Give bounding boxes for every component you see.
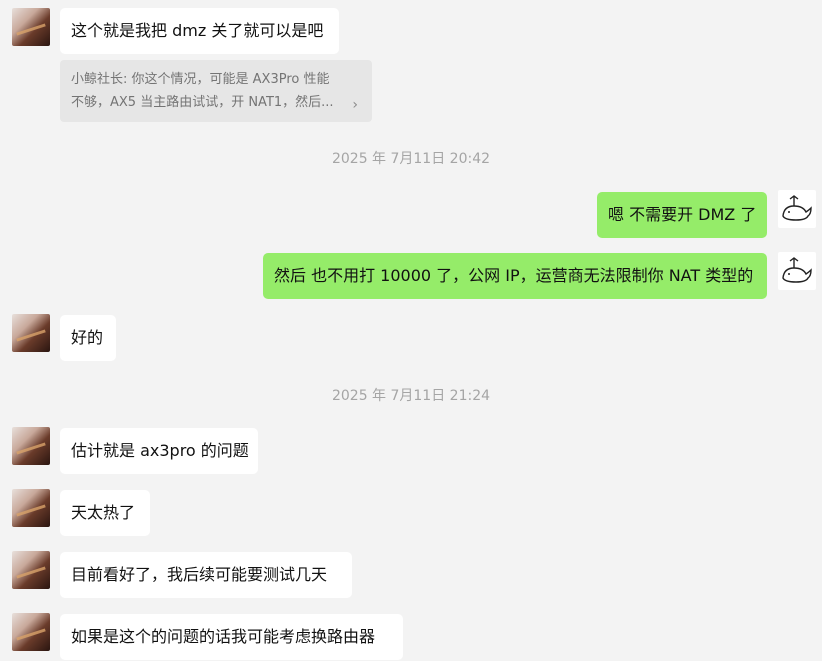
timestamp: 2025 年 7月11日 21:24 [331, 388, 491, 404]
outgoing-message[interactable]: 嗯 不需要开 DMZ 了 [597, 192, 767, 238]
incoming-message[interactable]: 好的 [60, 315, 116, 361]
incoming-message[interactable]: 天太热了 [60, 490, 150, 536]
contact-avatar[interactable] [12, 489, 50, 527]
incoming-message[interactable]: 目前看好了，我后续可能要测试几天 [60, 552, 352, 598]
timestamp: 2025 年 7月11日 20:42 [331, 151, 491, 167]
contact-avatar[interactable] [12, 427, 50, 465]
whale-avatar-icon[interactable] [778, 252, 816, 290]
contact-avatar[interactable] [12, 314, 50, 352]
contact-avatar[interactable] [12, 613, 50, 651]
contact-avatar[interactable] [12, 8, 50, 46]
incoming-message[interactable]: 这个就是我把 dmz 关了就可以是吧 [60, 8, 339, 54]
quote-line-2: 不够，AX5 当主路由试试，开 NAT1，然后... [71, 95, 334, 110]
whale-avatar-icon[interactable] [778, 190, 816, 228]
quoted-message[interactable]: 小鲸社长: 你这个情况，可能是 AX3Pro 性能 不够，AX5 当主路由试试，… [60, 60, 372, 122]
chat-window: 这个就是我把 dmz 关了就可以是吧 小鲸社长: 你这个情况，可能是 AX3Pr… [0, 0, 822, 661]
quote-line-1: 小鲸社长: 你这个情况，可能是 AX3Pro 性能 [71, 72, 330, 87]
chevron-right-icon: › [352, 97, 358, 113]
contact-avatar[interactable] [12, 551, 50, 589]
incoming-message[interactable]: 如果是这个的问题的话我可能考虑换路由器 [60, 614, 403, 660]
incoming-message[interactable]: 估计就是 ax3pro 的问题 [60, 428, 258, 474]
outgoing-message[interactable]: 然后 也不用打 10000 了，公网 IP，运营商无法限制你 NAT 类型的 [263, 253, 767, 299]
